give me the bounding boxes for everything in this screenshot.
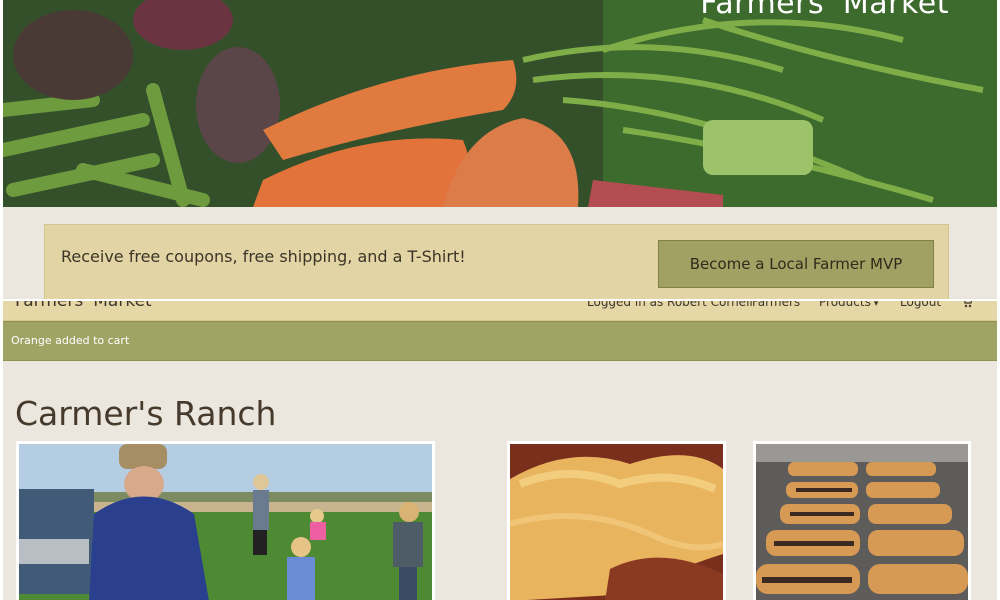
promo-area: Receive free coupons, free shipping, and… [3, 207, 997, 299]
pie-photo-card[interactable] [507, 441, 726, 600]
farm-title: Carmer's Ranch [15, 394, 277, 433]
flash-message: Orange added to cart [3, 321, 997, 361]
nav-farmers-link[interactable]: Farmers [752, 301, 800, 309]
farm-family-field-photo [19, 444, 432, 600]
hero-title: Farmers' Market [700, 0, 949, 21]
chevron-down-icon: ▾ [873, 301, 879, 309]
navbar: Farmers' Market Logged in as Robert Corn… [3, 301, 997, 321]
nav-products-label: Products [819, 301, 871, 309]
flash-message-text: Orange added to cart [11, 334, 130, 347]
pastry-tray-photo [756, 444, 968, 600]
navbar-brand[interactable]: Farmers' Market [15, 301, 152, 311]
farm-content: Carmer's Ranch [3, 361, 997, 600]
pastry-photo-card[interactable] [753, 441, 971, 600]
nav-logout-link[interactable]: Logout [900, 301, 941, 309]
become-mvp-button[interactable]: Become a Local Farmer MVP [658, 240, 934, 288]
promo-text: Receive free coupons, free shipping, and… [61, 247, 466, 266]
farm-photo[interactable] [16, 441, 435, 600]
pie-photo [510, 444, 723, 600]
vegetable-harvest-photo [3, 0, 997, 207]
promo-banner: Receive free coupons, free shipping, and… [44, 224, 949, 299]
hero-banner: Farmers' Market [3, 0, 997, 207]
nav-products-dropdown[interactable]: Products ▾ [819, 301, 878, 309]
cart-icon[interactable] [961, 301, 973, 308]
nav-logged-in-user[interactable]: Logged in as Robert Cornell [587, 301, 753, 309]
